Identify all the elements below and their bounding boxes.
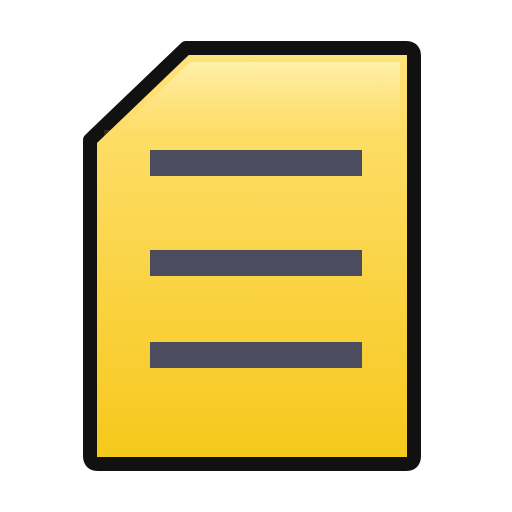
document-line-2 [150, 250, 362, 276]
canvas [0, 0, 512, 512]
document-line-1 [150, 150, 362, 176]
document-icon [83, 41, 421, 471]
document-line-3 [150, 342, 362, 368]
